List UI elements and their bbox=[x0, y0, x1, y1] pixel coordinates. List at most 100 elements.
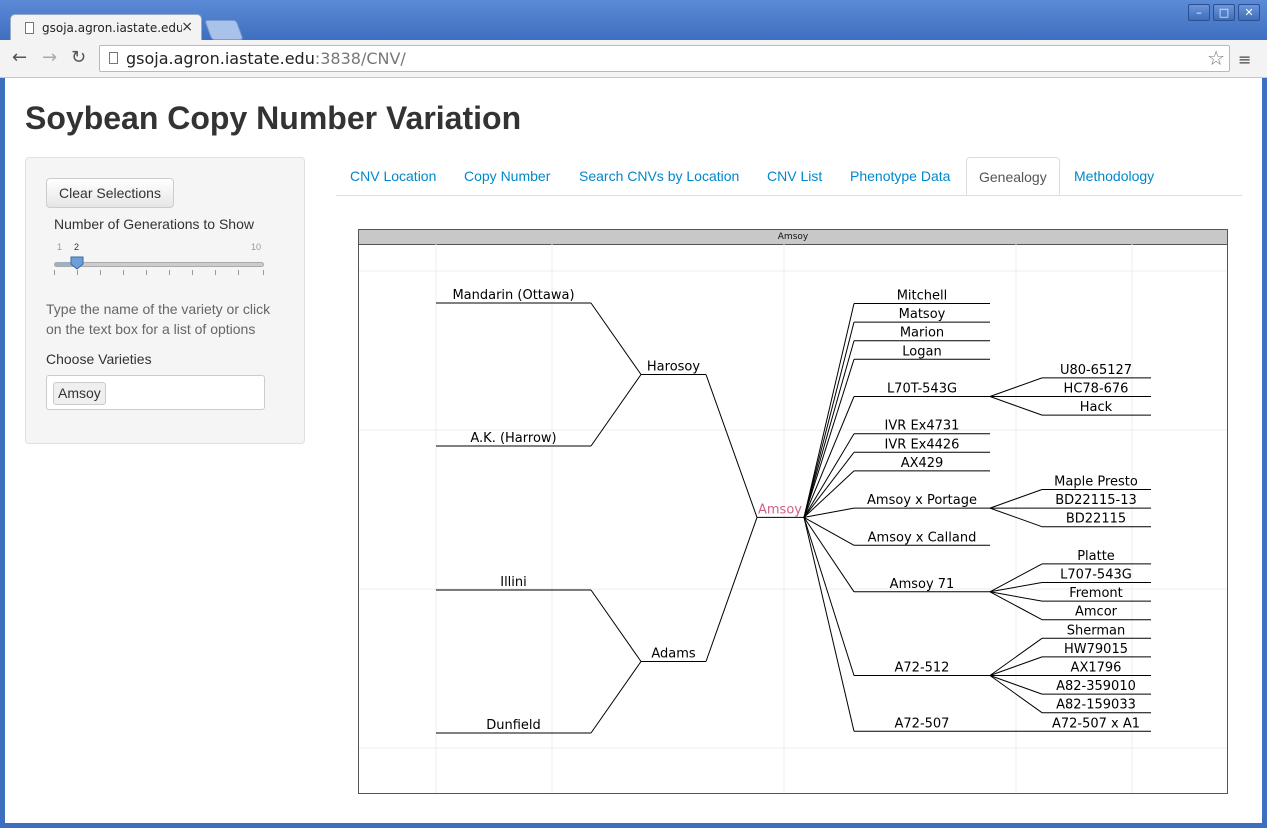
page-content: Soybean Copy Number Variation Clear Sele… bbox=[5, 78, 1262, 823]
slider-tick bbox=[146, 270, 147, 275]
slider-tick bbox=[100, 270, 101, 275]
minimize-button[interactable]: – bbox=[1188, 4, 1210, 21]
child-link bbox=[803, 433, 855, 518]
slider-tick bbox=[215, 270, 216, 275]
grandchild-label-l707-543g: L707-543G bbox=[1060, 568, 1132, 583]
grandparent-label-a-k-harrow: A.K. (Harrow) bbox=[470, 431, 556, 446]
grandchild-label-ax1796: AX1796 bbox=[1071, 661, 1122, 676]
grandparent-label-illini: Illini bbox=[500, 575, 527, 590]
tab-copy-number[interactable]: Copy Number bbox=[464, 157, 550, 195]
child-label-ax429: AX429 bbox=[901, 456, 944, 471]
child-label-ivr-ex4426: IVR Ex4426 bbox=[885, 437, 960, 452]
address-bar[interactable]: gsoja.agron.iastate.edu:3838/CNV/ ☆ bbox=[99, 45, 1230, 72]
child-label-mitchell: Mitchell bbox=[897, 289, 948, 304]
genealogy-plot-panel: Amsoy Harosoy Mandarin (Ottawa) A.K. (Harr… bbox=[358, 229, 1228, 794]
grandparent-link bbox=[590, 302, 642, 375]
grandchild-label-platte: Platte bbox=[1077, 549, 1115, 564]
tab-methodology[interactable]: Methodology bbox=[1074, 157, 1154, 195]
plot-panel-title: Amsoy bbox=[359, 230, 1227, 245]
child-label-a72-507: A72-507 bbox=[895, 716, 950, 731]
back-icon[interactable]: ← bbox=[12, 47, 27, 68]
slider-tick bbox=[238, 270, 239, 275]
parent-link bbox=[705, 374, 758, 518]
slider-max-label: 10 bbox=[251, 242, 262, 252]
variety-select-input[interactable]: Amsoy bbox=[46, 375, 265, 410]
forward-icon[interactable]: → bbox=[42, 47, 57, 68]
slider-value-label: 2 bbox=[74, 242, 80, 252]
grandparent-link bbox=[590, 589, 642, 662]
child-link bbox=[803, 340, 855, 518]
tab-search-cnvs[interactable]: Search CNVs by Location bbox=[579, 157, 739, 195]
url-text: gsoja.agron.iastate.edu:3838/CNV/ bbox=[126, 49, 406, 68]
grandchild-label-a82-159033: A82-159033 bbox=[1056, 698, 1136, 713]
child-label-matsoy: Matsoy bbox=[899, 307, 946, 322]
browser-toolbar: ← → ↻ gsoja.agron.iastate.edu:3838/CNV/ … bbox=[0, 40, 1267, 78]
child-link bbox=[803, 517, 855, 593]
child-label-marion: Marion bbox=[900, 326, 944, 341]
page-title: Soybean Copy Number Variation bbox=[25, 100, 522, 136]
generations-slider-track[interactable] bbox=[54, 262, 264, 267]
tab-genealogy[interactable]: Genealogy bbox=[966, 157, 1060, 195]
grandchild-label-hw79015: HW79015 bbox=[1064, 642, 1128, 657]
grandchild-label-hack: Hack bbox=[1080, 400, 1113, 415]
child-label-l70t-543g: L70T-543G bbox=[887, 382, 957, 397]
help-text: Type the name of the variety or click on… bbox=[46, 301, 271, 337]
child-label-ivr-ex4731: IVR Ex4731 bbox=[885, 419, 960, 434]
sidebar-panel: Clear Selections Number of Generations t… bbox=[25, 157, 305, 444]
slider-tick bbox=[169, 270, 170, 275]
selected-variety-chip[interactable]: Amsoy bbox=[53, 382, 106, 405]
genealogy-tree: Harosoy Mandarin (Ottawa) A.K. (Harrow) Ada… bbox=[359, 244, 1227, 793]
tab-title: gsoja.agron.iastate.edu:3838/CNV/ bbox=[42, 21, 182, 35]
page-icon bbox=[109, 52, 118, 64]
grandchild-label-amcor: Amcor bbox=[1075, 605, 1118, 620]
slider-tick bbox=[263, 270, 264, 275]
grandparent-link bbox=[590, 661, 642, 734]
new-tab-button[interactable] bbox=[204, 20, 244, 40]
slider-min-label: 1 bbox=[57, 242, 63, 252]
slider-tick bbox=[54, 270, 55, 275]
tab-cnv-location[interactable]: CNV Location bbox=[350, 157, 436, 195]
grandchild-label-a72-507-x-a1: A72-507 x A1 bbox=[1052, 716, 1140, 731]
grandchild-label-a82-359010: A82-359010 bbox=[1056, 679, 1136, 694]
parent-label-harosoy: Harosoy bbox=[647, 360, 700, 375]
child-link bbox=[803, 396, 855, 518]
maximize-button[interactable]: □ bbox=[1213, 4, 1235, 21]
slider-tick bbox=[77, 270, 78, 275]
tab-close-icon[interactable]: × bbox=[181, 19, 193, 35]
tab-cnv-list[interactable]: CNV List bbox=[767, 157, 822, 195]
grandchild-label-u80-65127: U80-65127 bbox=[1060, 363, 1132, 378]
child-link bbox=[803, 321, 855, 518]
generations-label: Number of Generations to Show bbox=[54, 216, 254, 232]
close-window-button[interactable]: ✕ bbox=[1238, 4, 1260, 21]
grandchild-label-sherman: Sherman bbox=[1067, 623, 1125, 638]
main-tabs: CNV Location Copy Number Search CNVs by … bbox=[336, 157, 1242, 196]
grandparent-label-dunfield: Dunfield bbox=[486, 718, 541, 733]
grandchild-label-bd22115: BD22115 bbox=[1066, 512, 1126, 527]
grandchild-label-maple-presto: Maple Presto bbox=[1054, 475, 1138, 490]
bookmark-star-icon[interactable]: ☆ bbox=[1207, 46, 1225, 70]
slider-tick bbox=[123, 270, 124, 275]
child-label-a72-512: A72-512 bbox=[895, 661, 950, 676]
grandparent-label-mandarin-ottawa: Mandarin (Ottawa) bbox=[452, 288, 574, 303]
reload-icon[interactable]: ↻ bbox=[71, 47, 86, 68]
choose-varieties-label: Choose Varieties bbox=[46, 351, 152, 367]
root-label: Amsoy bbox=[758, 502, 802, 517]
browser-menu-icon[interactable]: ≡ bbox=[1238, 50, 1251, 69]
child-label-amsoy-x-calland: Amsoy x Calland bbox=[868, 530, 977, 545]
browser-tab[interactable]: gsoja.agron.iastate.edu:3838/CNV/ × bbox=[10, 14, 202, 42]
clear-selections-button[interactable]: Clear Selections bbox=[46, 178, 174, 208]
child-label-amsoy-x-portage: Amsoy x Portage bbox=[867, 493, 977, 508]
window-titlebar: gsoja.agron.iastate.edu:3838/CNV/ × – □ … bbox=[0, 0, 1267, 42]
child-label-amsoy-71: Amsoy 71 bbox=[890, 577, 955, 592]
child-link bbox=[803, 517, 855, 732]
slider-handle[interactable] bbox=[70, 256, 84, 270]
slider-tick bbox=[192, 270, 193, 275]
child-label-logan: Logan bbox=[902, 344, 941, 359]
grandchild-label-bd22115-13: BD22115-13 bbox=[1055, 493, 1137, 508]
page-icon bbox=[25, 22, 34, 34]
grandchild-label-hc78-676: HC78-676 bbox=[1064, 382, 1129, 397]
grandchild-label-fremont: Fremont bbox=[1069, 586, 1123, 601]
parent-label-adams: Adams bbox=[651, 647, 696, 662]
tab-phenotype-data[interactable]: Phenotype Data bbox=[850, 157, 950, 195]
grandparent-link bbox=[590, 374, 642, 447]
